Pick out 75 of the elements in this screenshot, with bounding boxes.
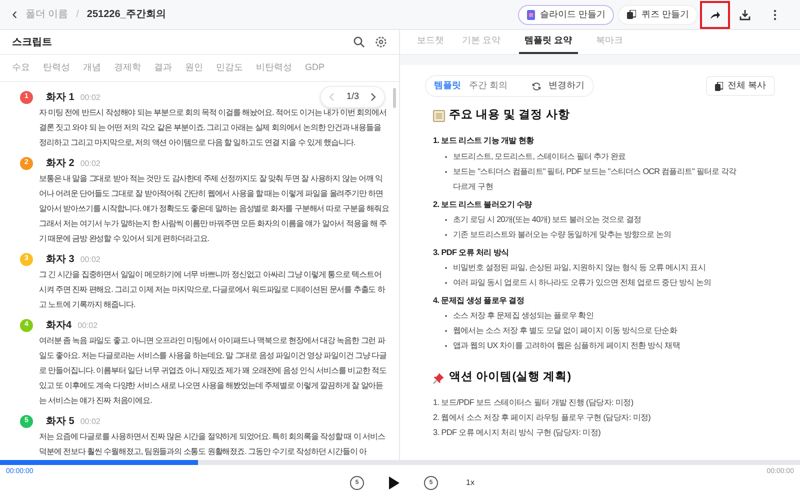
keyword-chip[interactable]: 탄력성 [43, 61, 70, 75]
next-page-icon[interactable] [371, 93, 376, 101]
timestamp[interactable]: 00:02 [78, 320, 98, 332]
tab[interactable]: 보드챗 [417, 30, 444, 54]
tab[interactable]: 기본 요약 [462, 30, 501, 54]
back-button[interactable]: ‹ [12, 6, 18, 22]
timestamp[interactable]: 00:02 [80, 158, 100, 170]
keyword-chip[interactable]: 비탄력성 [256, 61, 292, 75]
template-label: 템플릿 [434, 79, 461, 92]
summary-bullet: 비밀번호 설정된 파일, 손상된 파일, 지원하지 않는 형식 등 오류 메시지 표시 [453, 262, 706, 274]
subsection-title: 1. 보드 리스트 기능 개발 현황 [433, 135, 535, 148]
keyword-chip[interactable]: 경제학 [114, 61, 141, 75]
subsection-title: 2. 보드 리스트 불러오기 수량 [433, 198, 533, 211]
summary-bullet: 보드는 "스티더스 컴플리트" 필터, PDF 보드는 "스티더스 OCR 컴플리트" 필터로 각각 다르게 구현 [453, 166, 738, 193]
action-item: 2. 웹에서 소스 저장 후 페이지 라우팅 플로우 구현 (담당자: 미정) [433, 412, 652, 424]
summary-bullet: 웹에서는 소스 저장 후 별도 모달 없이 페이지 이동 방식으로 단순화 [453, 325, 678, 338]
settings-icon[interactable] [375, 36, 387, 48]
notebook-icon [433, 110, 445, 122]
download-icon [739, 8, 751, 20]
summary-bullet: 초기 로딩 시 20개(또는 40개) 보드 불러오는 것으로 결정 [453, 214, 642, 226]
timestamp[interactable]: 00:02 [80, 92, 100, 104]
summary-bullet: 앱과 웹의 UX 차이를 고려하여 웹은 심플하게 페이지 전환 방식 채택 [453, 340, 681, 352]
keyword-chip[interactable]: 결과 [154, 61, 172, 75]
tab[interactable]: 북마크 [596, 30, 624, 54]
template-selector[interactable]: 템플릿 주간 회의 변경하기 [425, 75, 594, 97]
keyword-chip[interactable]: 원인 [185, 61, 203, 75]
speaker-name: 화자4 [46, 319, 72, 333]
section-heading: 주요 내용 및 결정 사항 [449, 108, 570, 123]
change-template-label: 변경하기 [548, 79, 585, 92]
page-indicator: 1/3 [346, 90, 359, 104]
speaker-name: 화자 2 [46, 157, 74, 171]
transcript-text: 보통은 내 말을 그대로 받아 적는 것만 도 감사한데 주제 선정까지도 잘 맞춰 두면 잘 사용하지 않는 어깨 익어나 어려운 단어들도 그대로 잘 받아적어줘 간단히 웹에서 사용을 할 때는 이렇게 파일을 올려주기만 하면 알아서 받아쓰기를 시작합니다. 얘가 정확도도 좋은데 말하는 음성별로 화자를 구분해서 따로 구분을 해줘요 그래서 저는 여기서 누가 말하는지 한 사람씩 이름만 바꿔주면 모든 화자의 이름을 얘가 알아서 적용을 해 주기 때문에 금방 완성할 수 있어서 되게 편하더라고요. [38, 173, 389, 245]
copy-all-button[interactable]: 전체 복사 [706, 76, 775, 96]
timestamp[interactable]: 00:02 [80, 416, 100, 428]
subsection-title: 3. PDF 오류 처리 방식 [433, 246, 510, 259]
panel-title: 스크립트 [12, 36, 52, 50]
tab[interactable]: 템플릿 요약 [518, 30, 578, 54]
transcript-text: 여러분 좀 녹음 파일도 좋고. 아니면 오프라인 미팅에서 아이패드나 맥북으로 현장에서 대강 녹음한 그런 파일도 좋아요. 저는 다글로라는 서비스를 사용을 하는데요. 말 그대로 음성 파일이건 영상 파일이건 그냥 다글로 만들어집니다. 이름부터 일단 너무 귀엽죠 아니 재밌죠 제가 꽤 오래전에 음성 인식 서비스를 비교한 적도 있고 또 이후에도 계속 다양한 서비스 새로 나오면 사용을 해봤었는데 주제별로 이렇게 깔끔하게 잘 알아듣는 서비스는 얘가 진짜 처음이에요. [38, 335, 388, 407]
search-icon[interactable] [353, 36, 365, 48]
section-heading: 액션 아이템(실행 계획) [449, 370, 572, 386]
copy-icon [715, 82, 724, 90]
create-quiz-button[interactable]: 퀴즈 만들기 [618, 4, 698, 24]
template-name: 주간 회의 [469, 79, 508, 92]
transcript-text: 그 긴 시간을 집중하면서 일일이 메모하기에 너무 바쁘니까 정신없고 아싸리 그냥 이렇게 통으로 텍스트어 시켜 주면 진짜 편해요. 그리고 이제 저는 마지막으로, 다글로에서 워드파일로 디테이션된 문서를 추출도 하고 노트에 기록까지 해줍니다. [38, 269, 386, 311]
share-button[interactable] [702, 2, 728, 26]
transcript-text: 저는 요즘에 다글로를 사용하면서 진짜 많은 시간을 절약하게 되었어요. 특히 회의록을 작성할 때 이 서비스 덕분에 전보다 훨씬 수월해졌고, 팀원들과의 소통도 원활해졌죠. 그동안 수기로 작성하던 시간들이 아 [38, 431, 386, 458]
speaker-name: 화자 3 [46, 253, 74, 267]
speed-button[interactable]: 1x [466, 477, 474, 489]
create-slides-button[interactable]: 슬라이드 만들기 [518, 4, 614, 24]
play-icon[interactable] [388, 476, 400, 490]
summary-bullet: 여러 파일 동시 업로드 시 하나라도 오류가 있으면 전체 업로드 중단 방식 논의 [453, 277, 712, 290]
speaker-name: 화자 1 [46, 91, 74, 105]
keyword-chip[interactable]: GDP [305, 61, 325, 75]
file-title: 251226_주간회의 [86, 8, 166, 22]
summary-bullet: 소스 저장 후 문제집 생성되는 플로우 확인 [453, 310, 594, 322]
subsection-title: 4. 문제집 생성 플로우 결정 [433, 295, 526, 308]
pushpin-icon [433, 372, 445, 384]
more-icon [773, 8, 777, 20]
scrollbar[interactable] [393, 88, 396, 108]
action-item: 1. 보드/PDF 보드 스테이터스 필터 개발 진행 (담당자: 미정) [433, 396, 634, 409]
transcript-text: 자 미팅 전에 반드시 작성해야 되는 부분으로 회의 목적 이걸를 해놨어요. 적어도 이거는 내가 이번 회의에서 결론 짓고 와야 되 는 어떤 저의 각오 같은 부분이죠. 그리고 아래는 실제 회의에서 논의한 안건과 내용들을 정리하고 그리고 마지막으로, 저의 액션 아이템으로 다음 할 일하고도 연결 지을 수 있게 했습니다. [38, 107, 388, 149]
folder-name[interactable]: 폴더 이름 [25, 7, 68, 22]
speaker-name: 화자 5 [46, 415, 74, 429]
keyword-chip[interactable]: 수요 [12, 61, 30, 75]
keyword-chip[interactable]: 민감도 [216, 61, 243, 75]
summary-bullet: 기존 보드리스트와 불러오는 수량 동일하게 맞추는 방향으로 논의 [453, 228, 672, 241]
cards-icon [627, 10, 636, 19]
action-item: 3. PDF 오류 메시지 처리 방식 구현 (담당자: 미정) [433, 426, 602, 439]
breadcrumb-separator: / [76, 8, 79, 22]
refresh-icon [532, 82, 541, 90]
keyword-chip[interactable]: 개념 [83, 61, 101, 75]
progress-track[interactable] [0, 460, 800, 465]
summary-bullet: 보드리스트, 모드리스트, 스테이터스 필터 추가 완료 [453, 150, 627, 163]
slides-icon [526, 10, 535, 20]
timestamp[interactable]: 00:02 [80, 254, 100, 266]
